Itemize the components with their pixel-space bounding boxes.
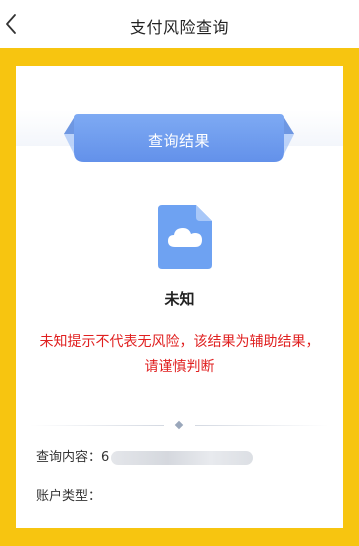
result-card: 查询结果 未知 未知提示不代表无风险，该结果为辅助结果，请谨慎判断 查询内容：6… (16, 66, 343, 528)
risk-notice: 未知提示不代表无风险，该结果为辅助结果，请谨慎判断 (39, 334, 320, 375)
ribbon-label: 查询结果 (147, 132, 210, 150)
page-title: 支付风险查询 (129, 18, 229, 37)
nav-bar: 支付风险查询 (0, 0, 359, 50)
divider-line-left (30, 425, 164, 426)
query-content-value: 6 (101, 450, 110, 465)
divider-line-right (195, 425, 329, 426)
masked-value (111, 450, 254, 465)
account-type-label: 账户类型： (36, 489, 102, 504)
result-ribbon: 查询结果 (64, 112, 294, 166)
cloud-file-icon (156, 203, 214, 271)
result-status: 未知 (164, 290, 195, 308)
result-frame: 查询结果 未知 未知提示不代表无风险，该结果为辅助结果，请谨慎判断 查询内容：6… (0, 48, 359, 546)
query-content-label: 查询内容： (36, 450, 102, 465)
query-content-row: 查询内容：6 (36, 446, 254, 465)
divider-diamond-icon (174, 420, 184, 430)
section-divider (16, 420, 343, 431)
account-type-row: 账户类型： (36, 485, 101, 504)
